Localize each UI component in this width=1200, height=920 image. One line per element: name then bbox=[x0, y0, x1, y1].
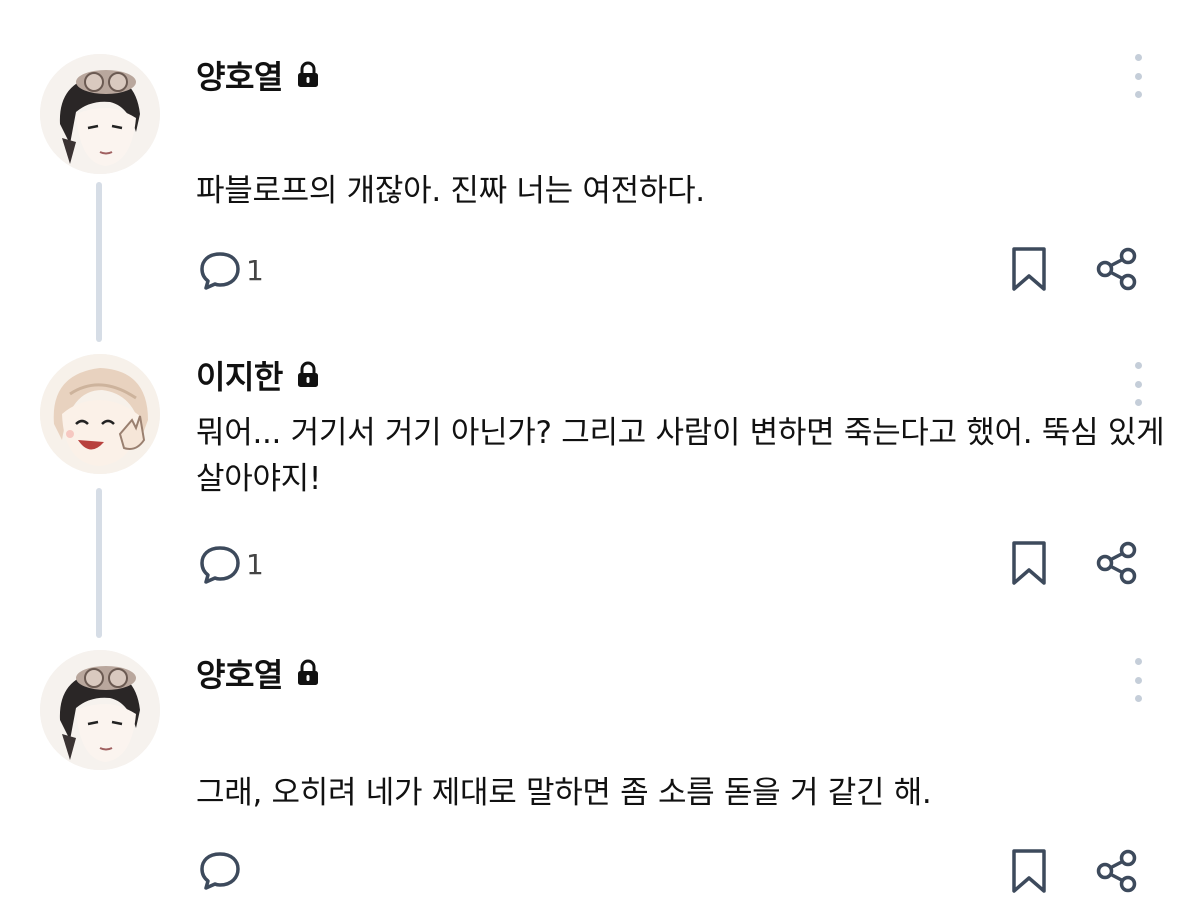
dot-icon bbox=[1134, 362, 1142, 369]
bookmark-button[interactable] bbox=[1010, 848, 1048, 894]
more-options-button[interactable] bbox=[1128, 362, 1148, 406]
dot-icon bbox=[1134, 54, 1142, 61]
avatar[interactable] bbox=[40, 650, 160, 770]
reply-button[interactable]: 1 bbox=[198, 250, 264, 290]
lock-icon bbox=[297, 61, 318, 87]
avatar[interactable] bbox=[40, 54, 160, 174]
share-button[interactable] bbox=[1094, 246, 1140, 292]
reply-button[interactable] bbox=[198, 850, 246, 890]
share-button[interactable] bbox=[1094, 540, 1140, 586]
thread-view: 양호열 파블로프의 개잖아. 진짜 너는 여전하다. 1 이지한 뭐어... 거… bbox=[0, 0, 1200, 920]
dot-icon bbox=[1134, 399, 1142, 406]
bookmark-icon bbox=[1012, 541, 1046, 585]
dark-haired-goggles-avatar-icon bbox=[40, 54, 160, 174]
comment-icon bbox=[200, 852, 240, 890]
dot-icon bbox=[1134, 72, 1142, 80]
author-name[interactable]: 이지한 bbox=[196, 352, 283, 398]
post-text: 파블로프의 개잖아. 진짜 너는 여전하다. bbox=[196, 173, 705, 209]
reply-count: 1 bbox=[246, 253, 264, 287]
dot-icon bbox=[1134, 380, 1142, 388]
bookmark-icon bbox=[1012, 247, 1046, 291]
light-haired-smiling-avatar-icon bbox=[40, 354, 160, 474]
more-options-button[interactable] bbox=[1128, 54, 1148, 98]
reply-button[interactable]: 1 bbox=[198, 544, 264, 584]
author-name[interactable]: 양호열 bbox=[196, 52, 283, 98]
lock-icon bbox=[297, 361, 318, 387]
bookmark-button[interactable] bbox=[1010, 246, 1048, 292]
bookmark-icon bbox=[1012, 849, 1046, 893]
author-name[interactable]: 양호열 bbox=[196, 650, 283, 696]
dot-icon bbox=[1134, 658, 1142, 665]
share-icon bbox=[1096, 247, 1137, 291]
comment-icon bbox=[200, 252, 240, 290]
thread-post: 양호열 파블로프의 개잖아. 진짜 너는 여전하다. 1 bbox=[0, 0, 1200, 330]
share-button[interactable] bbox=[1094, 848, 1140, 894]
dot-icon bbox=[1134, 91, 1142, 98]
post-text: 뭐어... 거기서 거기 아닌가? 그리고 사람이 변하면 죽는다고 했어. 뚝… bbox=[196, 415, 1165, 497]
comment-icon bbox=[200, 546, 240, 584]
more-options-button[interactable] bbox=[1128, 658, 1148, 702]
bookmark-button[interactable] bbox=[1010, 540, 1048, 586]
lock-icon bbox=[297, 659, 318, 685]
thread-post: 양호열 그래, 오히려 네가 제대로 말하면 좀 소름 돋을 거 같긴 해. bbox=[0, 630, 1200, 920]
dark-haired-goggles-avatar-icon bbox=[40, 650, 160, 770]
avatar[interactable] bbox=[40, 354, 160, 474]
dot-icon bbox=[1134, 676, 1142, 684]
share-icon bbox=[1096, 849, 1137, 893]
dot-icon bbox=[1134, 695, 1142, 702]
share-icon bbox=[1096, 541, 1137, 585]
reply-count: 1 bbox=[246, 547, 264, 581]
post-text: 그래, 오히려 네가 제대로 말하면 좀 소름 돋을 거 같긴 해. bbox=[196, 775, 932, 811]
thread-post: 이지한 뭐어... 거기서 거기 아닌가? 그리고 사람이 변하면 죽는다고 했… bbox=[0, 330, 1200, 630]
